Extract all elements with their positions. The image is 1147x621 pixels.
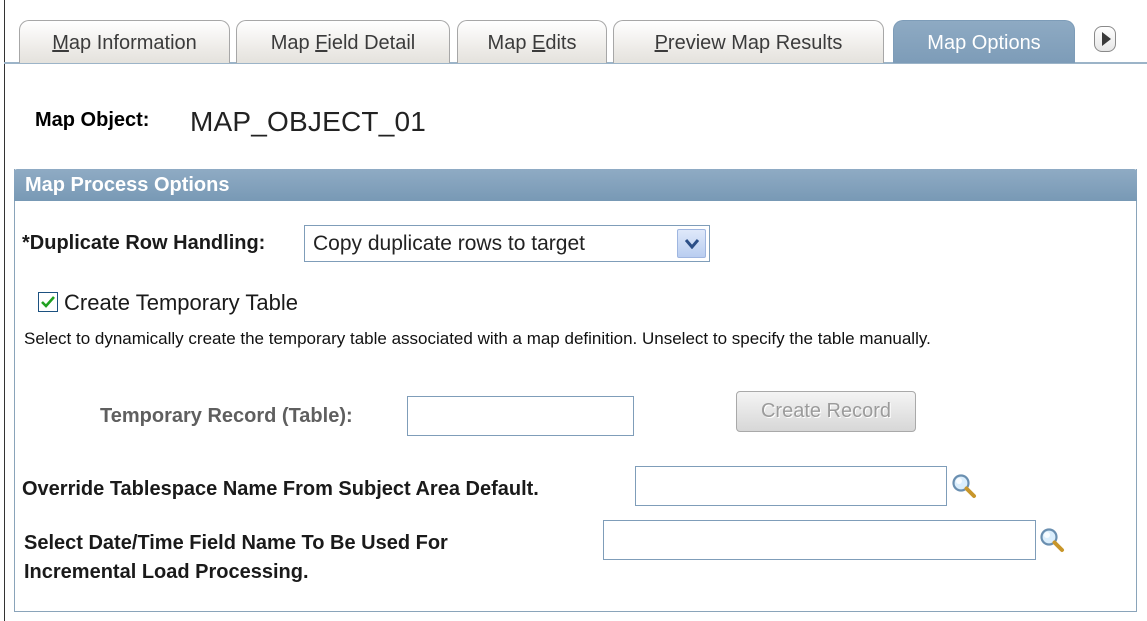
tab-label: Map Information	[52, 32, 197, 55]
tab-map-options[interactable]: Map Options	[893, 20, 1075, 63]
tab-label: Map Edits	[488, 32, 577, 55]
datetime-field-input[interactable]	[603, 520, 1036, 560]
map-object-value: MAP_OBJECT_01	[190, 106, 427, 137]
tab-bar: Map Information Map Field Detail Map Edi…	[0, 0, 1147, 64]
tab-label-rest: ap Information	[68, 31, 197, 54]
tab-label-rest: review Map Results	[667, 31, 843, 54]
group-title: Map Process Options	[14, 169, 1137, 201]
tab-accesskey: M	[52, 31, 69, 54]
override-tablespace-input[interactable]	[635, 466, 947, 506]
tab-label-prefix: Map	[487, 31, 532, 54]
page-left-border	[4, 0, 5, 621]
tab-map-field-detail[interactable]: Map Field Detail	[236, 20, 450, 63]
tab-label: Map Field Detail	[271, 32, 416, 55]
map-object-label: Map Object:	[35, 109, 150, 131]
triangle-right-icon	[1101, 32, 1111, 46]
create-record-button[interactable]: Create Record	[736, 391, 916, 432]
tab-map-information[interactable]: Map Information	[19, 20, 230, 63]
tab-accesskey: E	[532, 31, 546, 54]
tab-preview-map-results[interactable]: Preview Map Results	[613, 20, 884, 63]
temporary-record-label: Temporary Record (Table):	[100, 405, 353, 427]
next-tab-icon[interactable]	[1094, 26, 1116, 52]
checkmark-icon	[41, 296, 55, 308]
tab-map-edits[interactable]: Map Edits	[457, 20, 607, 63]
tab-label: Preview Map Results	[655, 32, 843, 55]
select-value: Copy duplicate rows to target	[313, 232, 585, 255]
tab-label: Map Options	[927, 31, 1041, 54]
duplicate-row-handling-select[interactable]: Copy duplicate rows to target	[304, 225, 710, 262]
create-temporary-table-checkbox[interactable]	[38, 292, 58, 312]
tab-label-rest: ield Detail	[327, 31, 416, 54]
create-temporary-table-label: Create Temporary Table	[64, 290, 298, 315]
temporary-record-input[interactable]	[407, 396, 634, 436]
tab-accesskey: F	[315, 31, 328, 54]
create-temporary-table-help: Select to dynamically create the tempora…	[24, 329, 931, 348]
chevron-down-icon[interactable]	[677, 229, 706, 258]
duplicate-row-handling-label: *Duplicate Row Handling:	[22, 232, 266, 254]
tab-accesskey: P	[654, 31, 668, 54]
datetime-field-label-line1: Select Date/Time Field Name To Be Used F…	[24, 532, 448, 554]
tab-label-rest: dits	[545, 31, 577, 54]
override-tablespace-label: Override Tablespace Name From Subject Ar…	[22, 478, 539, 500]
magnifier-icon[interactable]	[950, 472, 978, 500]
magnifier-icon[interactable]	[1038, 526, 1066, 554]
datetime-field-label-line2: Incremental Load Processing.	[24, 561, 309, 583]
tab-label-prefix: Map	[270, 31, 316, 54]
